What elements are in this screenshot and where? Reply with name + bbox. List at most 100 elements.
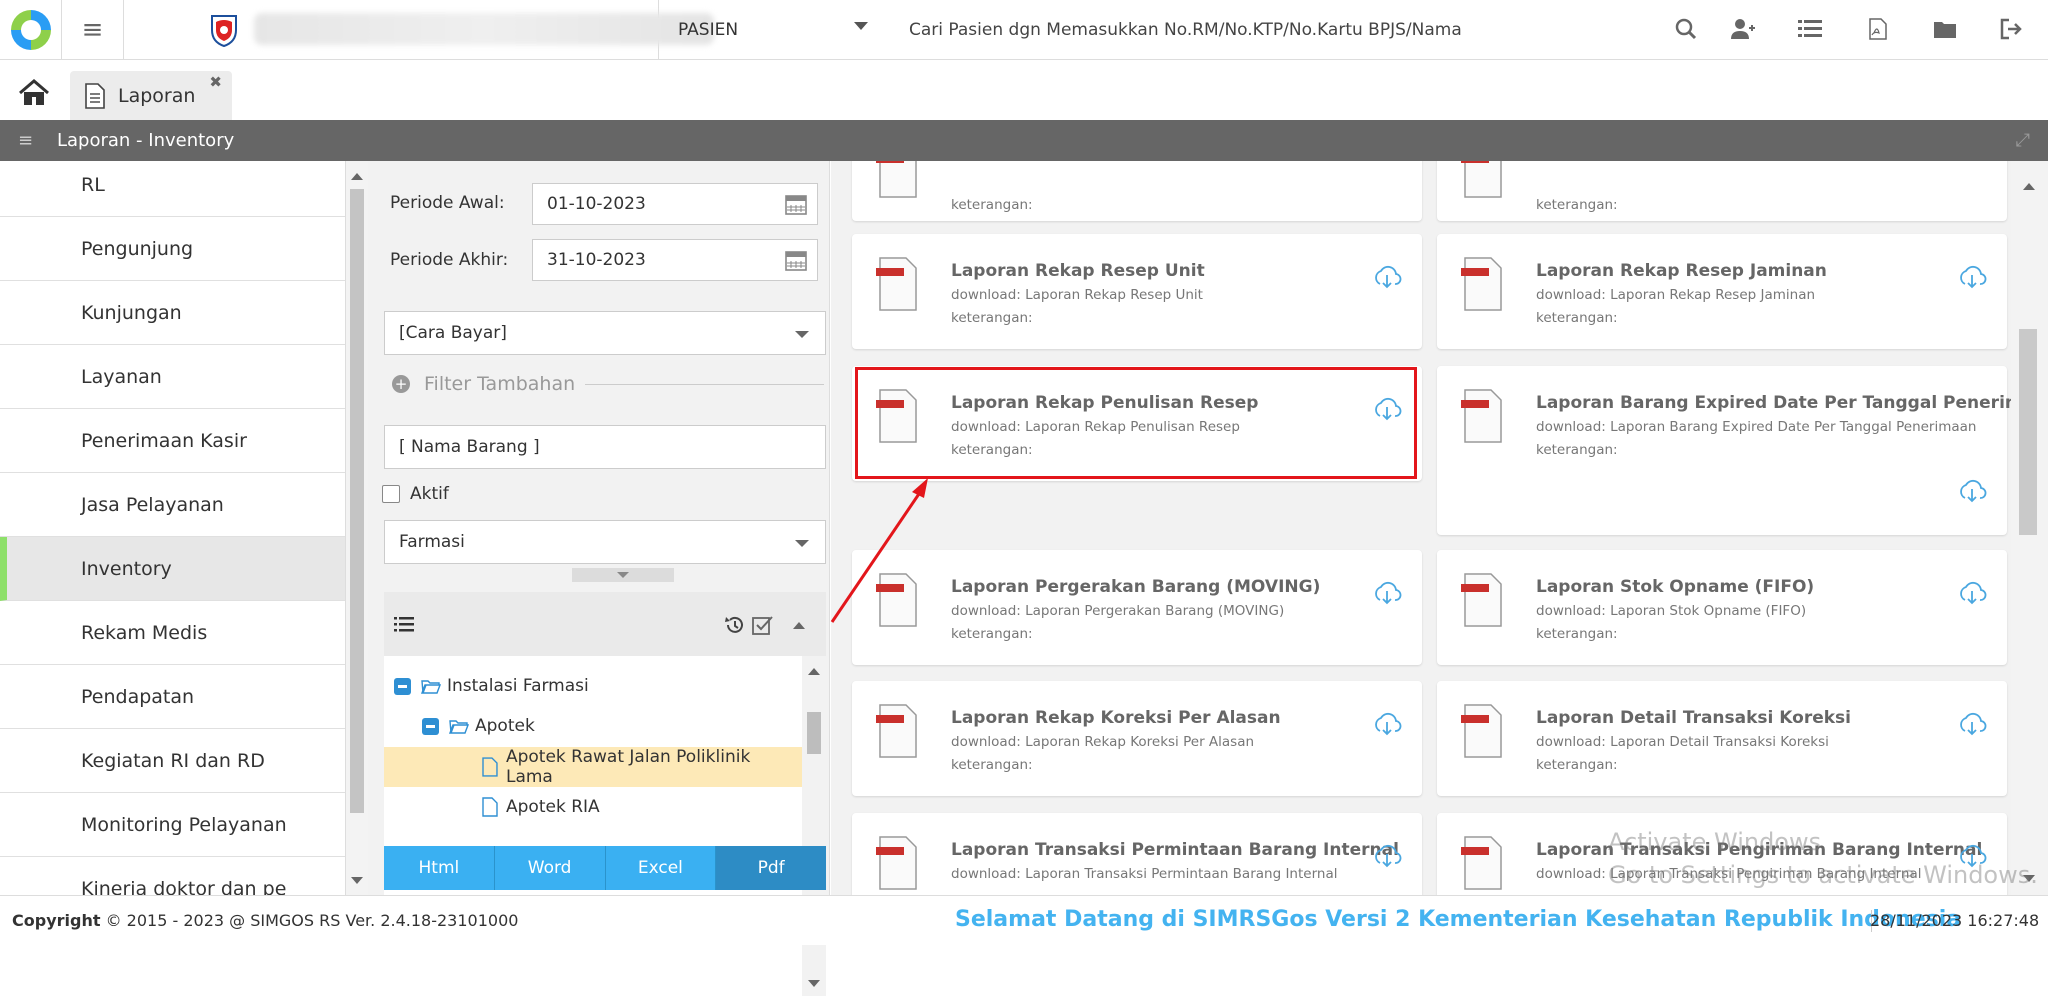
list-icon[interactable] <box>394 616 414 632</box>
cloud-download-icon[interactable] <box>1372 264 1402 290</box>
logout-button[interactable] <box>1997 14 2027 44</box>
tree-node-apotek-rawat-jalan[interactable]: Apotek Rawat Jalan Poliklinik Lama <box>384 747 802 787</box>
export-pdf-button[interactable]: Pdf <box>716 846 826 890</box>
aktif-checkbox[interactable]: Aktif <box>382 484 449 504</box>
collapse-icon[interactable] <box>422 717 439 735</box>
sidebar-item-layanan[interactable]: Layanan <box>0 345 345 409</box>
report-card[interactable]: Laporan Detail Transaksi Koreksi downloa… <box>1437 681 2007 796</box>
sidebar-item-label: Pengunjung <box>81 237 194 260</box>
scrollbar-thumb[interactable] <box>807 712 821 754</box>
sidebar-item-kunjungan[interactable]: Kunjungan <box>0 281 345 345</box>
calendar-icon[interactable] <box>785 193 807 215</box>
sidebar-item-penerimaan-kasir[interactable]: Penerimaan Kasir <box>0 409 345 473</box>
report-title: Laporan Stok Opname (FIFO) <box>1536 577 1815 597</box>
periode-awal-label: Periode Awal: <box>390 193 505 213</box>
report-card[interactable]: keterangan: <box>1437 161 2007 221</box>
windows-activation-watermark: Activate Windows Go to Settings to activ… <box>1608 826 2038 892</box>
pdf-button[interactable] <box>1863 14 1893 44</box>
report-card[interactable]: Laporan Rekap Koreksi Per Alasan downloa… <box>852 681 1422 796</box>
list-button[interactable] <box>1795 14 1825 44</box>
hamburger-icon[interactable]: ≡ <box>18 130 38 151</box>
checkbox-box[interactable] <box>382 485 400 503</box>
cloud-download-icon[interactable] <box>1957 580 1987 606</box>
sidebar-item-pengunjung[interactable]: Pengunjung <box>0 217 345 281</box>
report-download-label: download: Laporan Detail Transaksi Korek… <box>1536 734 1829 750</box>
panel-title: Laporan - Inventory <box>57 130 235 151</box>
search-button[interactable] <box>1671 14 1701 44</box>
calendar-icon[interactable] <box>785 249 807 271</box>
list-icon <box>1798 20 1822 37</box>
close-icon[interactable]: ✖ <box>209 73 222 91</box>
report-card[interactable]: Laporan Barang Expired Date Per Tanggal … <box>1437 366 2011 535</box>
tree-node-apotek-ria[interactable]: Apotek RIA <box>384 787 802 827</box>
export-html-button[interactable]: Html <box>384 846 495 890</box>
scroll-down-icon[interactable] <box>351 877 363 884</box>
sidebar-scrollbar[interactable] <box>346 161 368 895</box>
report-title: Laporan Pergerakan Barang (MOVING) <box>951 577 1321 597</box>
unit-select[interactable]: Farmasi <box>384 520 826 564</box>
sidebar-item-monitoring-pelayanan[interactable]: Monitoring Pelayanan <box>0 793 345 857</box>
scrollbar-thumb[interactable] <box>2019 329 2037 535</box>
collapse-icon[interactable] <box>394 677 411 695</box>
patient-search-input[interactable] <box>893 10 1653 50</box>
report-note: keterangan: <box>951 757 1033 773</box>
report-document-icon <box>876 161 917 198</box>
sidebar-item-kegiatan-ri-rd[interactable]: Kegiatan RI dan RD <box>0 729 345 793</box>
cara-bayar-select[interactable]: [Cara Bayar] <box>384 311 826 355</box>
report-card[interactable]: Laporan Rekap Resep Unit download: Lapor… <box>852 234 1422 349</box>
periode-akhir-label: Periode Akhir: <box>390 250 509 270</box>
report-card[interactable]: Laporan Transaksi Permintaan Barang Inte… <box>852 813 1422 895</box>
cloud-download-icon[interactable] <box>1372 580 1402 606</box>
report-card[interactable]: keterangan: <box>852 161 1422 221</box>
add-patient-button[interactable] <box>1728 14 1758 44</box>
sidebar-item-rl[interactable]: RL <box>0 161 345 217</box>
report-title: Laporan Rekap Koreksi Per Alasan <box>951 708 1281 728</box>
nama-barang-input[interactable] <box>384 425 826 469</box>
panel-header: ≡ Laporan - Inventory ⤢ <box>0 120 2048 161</box>
sidebar-item-kinerja[interactable]: Kinerja doktor dan pe <box>0 857 345 896</box>
copyright-label: Copyright <box>12 911 101 930</box>
history-icon[interactable] <box>724 614 746 636</box>
periode-awal-field[interactable]: 01-10-2023 <box>532 183 818 225</box>
sidebar-item-rekam-medis[interactable]: Rekam Medis <box>0 601 345 665</box>
export-excel-button[interactable]: Excel <box>605 846 717 890</box>
tab-laporan[interactable]: Laporan ✖ <box>70 71 232 121</box>
scroll-up-icon[interactable] <box>351 173 363 180</box>
tree-node-instalasi-farmasi[interactable]: Instalasi Farmasi <box>384 666 802 706</box>
cloud-download-icon[interactable] <box>1957 478 1987 504</box>
cloud-download-icon[interactable] <box>1372 711 1402 737</box>
check-square-icon[interactable] <box>752 614 774 636</box>
expand-icon[interactable]: ⤢ <box>2016 130 2030 151</box>
cloud-download-icon[interactable] <box>1957 264 1987 290</box>
scrollbar-thumb[interactable] <box>350 189 364 813</box>
report-document-icon <box>1461 573 1502 627</box>
menu-toggle-button[interactable]: ≡ <box>62 0 124 60</box>
folder-button[interactable] <box>1930 14 1960 44</box>
cloud-download-icon[interactable] <box>1372 843 1402 869</box>
report-card[interactable]: Laporan Rekap Resep Jaminan download: La… <box>1437 234 2007 349</box>
export-label: Word <box>527 858 572 878</box>
sidebar-item-jasa-pelayanan[interactable]: Jasa Pelayanan <box>0 473 345 537</box>
welcome-marquee: Selamat Datang di SIMRSGos Versi 2 Kemen… <box>955 907 1962 932</box>
tree-node-label: Apotek <box>475 716 535 736</box>
filter-tambahan-toggle[interactable]: + Filter Tambahan <box>382 369 824 399</box>
export-word-button[interactable]: Word <box>494 846 606 890</box>
chevron-up-icon[interactable] <box>792 620 806 630</box>
home-icon <box>19 79 49 105</box>
scroll-down-icon[interactable] <box>808 980 820 987</box>
app-logo[interactable] <box>0 0 62 60</box>
report-list-scrollbar[interactable] <box>2011 161 2048 895</box>
patient-type-select[interactable]: PASIEN <box>660 0 886 60</box>
home-button[interactable] <box>18 79 58 109</box>
sidebar-item-inventory[interactable]: Inventory <box>0 537 345 601</box>
tree-node-apotek[interactable]: Apotek <box>384 706 802 746</box>
scroll-up-icon[interactable] <box>808 668 820 675</box>
collapse-filter-button[interactable] <box>572 568 674 582</box>
report-card[interactable]: Laporan Stok Opname (FIFO) download: Lap… <box>1437 550 2007 665</box>
cloud-download-icon[interactable] <box>1957 711 1987 737</box>
cara-bayar-value: [Cara Bayar] <box>399 323 507 343</box>
periode-akhir-field[interactable]: 31-10-2023 <box>532 239 818 281</box>
scroll-up-icon[interactable] <box>2023 183 2035 190</box>
tree-scrollbar[interactable] <box>802 656 826 996</box>
sidebar-item-pendapatan[interactable]: Pendapatan <box>0 665 345 729</box>
